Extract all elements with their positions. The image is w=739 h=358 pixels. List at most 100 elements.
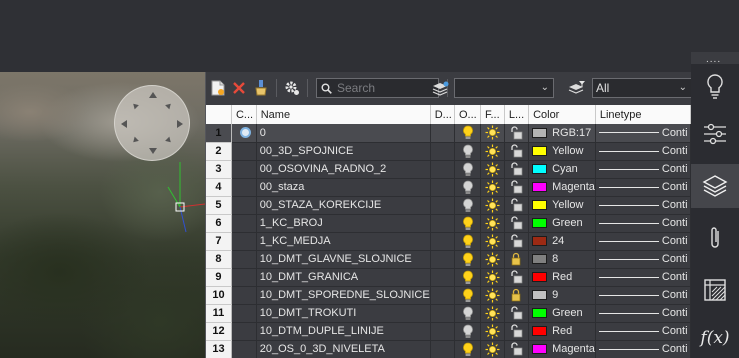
layer-name[interactable]: 10_DMT_TROKUTI	[256, 304, 431, 323]
col-header-description[interactable]: D...	[430, 105, 456, 124]
layer-color[interactable]: Green	[528, 304, 596, 323]
on-off-toggle[interactable]	[454, 286, 481, 305]
search-box[interactable]: Search	[316, 78, 439, 98]
lightbulb-button[interactable]	[691, 64, 739, 108]
nav-downright-arrow-icon[interactable]	[165, 136, 173, 145]
filter-button[interactable]	[567, 78, 587, 98]
lock-toggle[interactable]	[504, 268, 530, 287]
layer-color[interactable]: Red	[528, 268, 596, 287]
on-off-toggle[interactable]	[454, 124, 481, 143]
lock-toggle[interactable]	[504, 340, 530, 358]
lock-toggle[interactable]	[504, 232, 530, 251]
layer-filter-dropdown[interactable]: All ⌄	[592, 78, 691, 98]
layer-linetype[interactable]: Conti	[595, 142, 691, 161]
layer-color[interactable]: Cyan	[528, 160, 596, 179]
layer-linetype[interactable]: Conti	[595, 196, 691, 215]
freeze-toggle[interactable]	[480, 286, 505, 305]
freeze-toggle[interactable]	[480, 250, 505, 269]
layer-name[interactable]: 00_OSOVINA_RADNO_2	[256, 160, 431, 179]
col-header-on[interactable]: O...	[454, 105, 481, 124]
layer-description[interactable]	[430, 160, 456, 179]
current-cell[interactable]	[231, 268, 257, 287]
strip-grip-handle[interactable]: ....	[691, 52, 739, 65]
lock-toggle[interactable]	[504, 304, 530, 323]
layer-description[interactable]	[430, 178, 456, 197]
lock-toggle[interactable]	[504, 214, 530, 233]
layer-row[interactable]: 5 00_STAZA_KOREKCIJE Yellow Conti	[206, 196, 691, 215]
on-off-toggle[interactable]	[454, 340, 481, 358]
current-cell[interactable]	[231, 214, 257, 233]
layer-color[interactable]: Green	[528, 214, 596, 233]
current-cell[interactable]	[231, 160, 257, 179]
layer-name[interactable]: 10_DMT_GLAVNE_SLOJNICE	[256, 250, 431, 269]
freeze-toggle[interactable]	[480, 304, 505, 323]
layer-description[interactable]	[430, 232, 456, 251]
layer-description[interactable]	[430, 304, 456, 323]
layer-color[interactable]: RGB:17	[528, 124, 596, 143]
col-header-current[interactable]: C...	[231, 105, 257, 124]
layer-color[interactable]: 9	[528, 286, 596, 305]
lock-toggle[interactable]	[504, 160, 530, 179]
layer-row[interactable]: 4 00_staza Magenta Conti	[206, 178, 691, 197]
lock-toggle[interactable]	[504, 196, 530, 215]
layer-row[interactable]: 9 10_DMT_GRANICA Red Conti	[206, 268, 691, 287]
nav-right-arrow-icon[interactable]	[177, 120, 183, 128]
layer-description[interactable]	[430, 142, 456, 161]
layer-color[interactable]: Magenta	[528, 340, 596, 358]
layer-description[interactable]	[430, 286, 456, 305]
new-layer-button[interactable]	[209, 78, 227, 98]
freeze-toggle[interactable]	[480, 178, 505, 197]
layer-row[interactable]: 7 1_KC_MEDJA 24 Conti	[206, 232, 691, 251]
col-header-lock[interactable]: L...	[504, 105, 530, 124]
lock-toggle[interactable]	[504, 124, 530, 143]
set-current-button[interactable]	[252, 78, 270, 98]
freeze-toggle[interactable]	[480, 160, 505, 179]
layer-linetype[interactable]: Conti	[595, 340, 691, 358]
layer-color[interactable]: Red	[528, 322, 596, 341]
layer-row[interactable]: 1 0 RGB:17 Conti	[206, 124, 691, 143]
delete-layer-button[interactable]	[231, 78, 247, 98]
on-off-toggle[interactable]	[454, 232, 481, 251]
layer-row[interactable]: 13 20_OS_0_3D_NIVELETA Magenta Conti	[206, 340, 691, 358]
nav-downleft-arrow-icon[interactable]	[131, 136, 139, 145]
block-palette-button[interactable]	[691, 268, 739, 312]
current-cell[interactable]	[231, 340, 257, 358]
col-header-color[interactable]: Color	[528, 105, 596, 124]
layer-name[interactable]: 1_KC_BROJ	[256, 214, 431, 233]
col-header-linetype[interactable]: Linetype	[595, 105, 691, 124]
on-off-toggle[interactable]	[454, 178, 481, 197]
freeze-toggle[interactable]	[480, 232, 505, 251]
navigation-wheel[interactable]	[114, 85, 190, 161]
freeze-toggle[interactable]	[480, 214, 505, 233]
on-off-toggle[interactable]	[454, 250, 481, 269]
layer-linetype[interactable]: Conti	[595, 286, 691, 305]
layer-name[interactable]: 00_3D_SPOJNICE	[256, 142, 431, 161]
layer-name[interactable]: 0	[256, 124, 431, 143]
nav-up-arrow-icon[interactable]	[149, 92, 157, 98]
layer-description[interactable]	[430, 322, 456, 341]
lock-toggle[interactable]	[504, 250, 530, 269]
current-cell[interactable]	[231, 286, 257, 305]
layer-description[interactable]	[430, 124, 456, 143]
layer-color[interactable]: Yellow	[528, 196, 596, 215]
freeze-toggle[interactable]	[480, 196, 505, 215]
layer-description[interactable]	[430, 340, 456, 358]
layer-linetype[interactable]: Conti	[595, 304, 691, 323]
layer-name[interactable]: 00_STAZA_KOREKCIJE	[256, 196, 431, 215]
current-cell[interactable]	[231, 232, 257, 251]
current-cell[interactable]	[231, 124, 257, 143]
lock-toggle[interactable]	[504, 178, 530, 197]
lock-toggle[interactable]	[504, 286, 530, 305]
layer-states-button[interactable]	[431, 78, 451, 98]
layer-row[interactable]: 8 10_DMT_GLAVNE_SLOJNICE 8 Conti	[206, 250, 691, 269]
layer-name[interactable]: 10_DTM_DUPLE_LINIJE	[256, 322, 431, 341]
freeze-toggle[interactable]	[480, 340, 505, 358]
layer-row[interactable]: 10 10_DMT_SPOREDNE_SLOJNICE 9 Conti	[206, 286, 691, 305]
properties-button[interactable]	[691, 112, 739, 156]
layer-row[interactable]: 2 00_3D_SPOJNICE Yellow Conti	[206, 142, 691, 161]
layer-state-dropdown[interactable]: ⌄	[454, 78, 554, 98]
function-button[interactable]: f(x)	[691, 316, 739, 358]
on-off-toggle[interactable]	[454, 160, 481, 179]
layers-button[interactable]	[691, 164, 739, 208]
on-off-toggle[interactable]	[454, 322, 481, 341]
